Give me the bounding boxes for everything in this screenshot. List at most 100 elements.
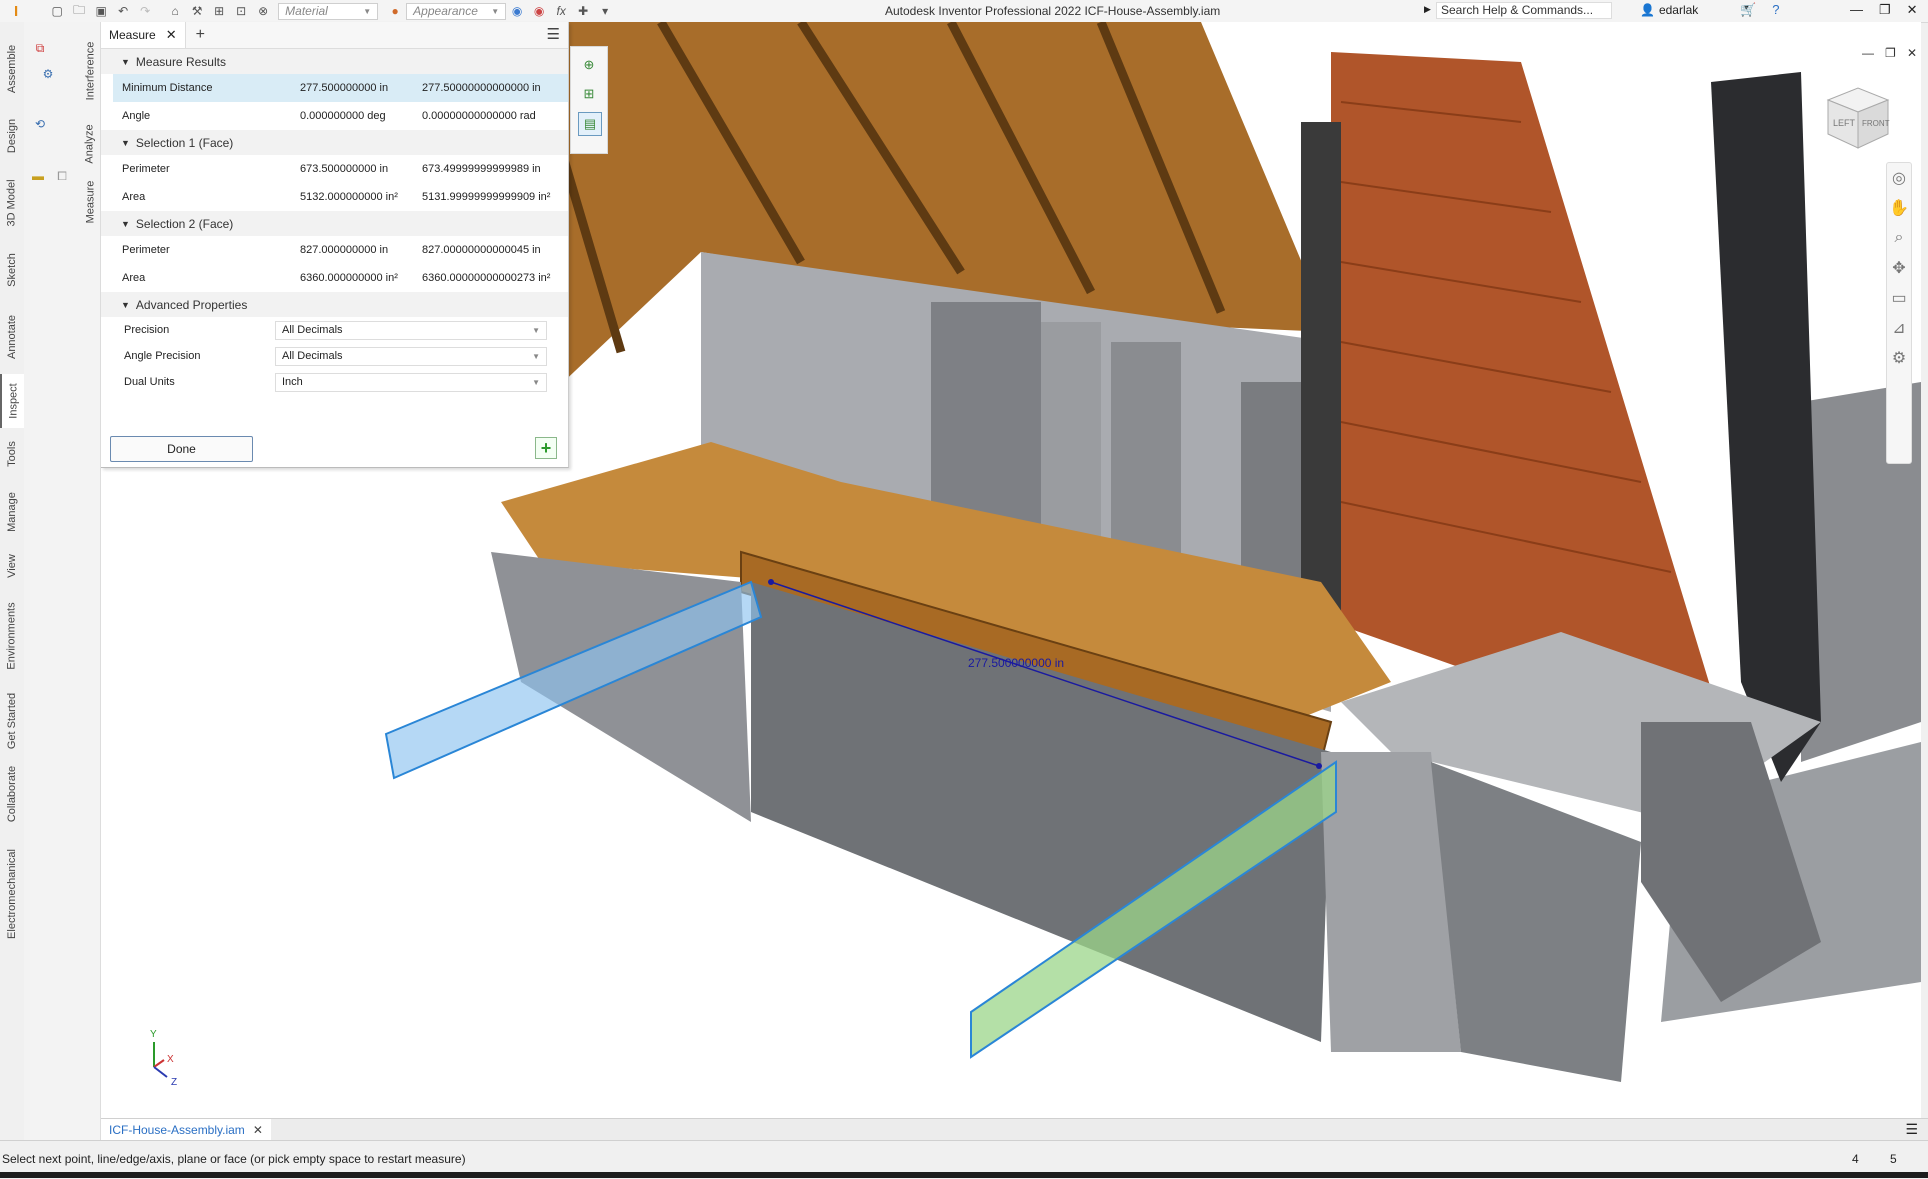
home-icon[interactable]: ⌂ (166, 3, 184, 19)
new-file-icon[interactable]: ▢ (48, 3, 66, 19)
result-label: Area (122, 272, 146, 284)
result-row-angle[interactable]: Angle 0.000000000 deg 0.00000000000000 r… (101, 102, 568, 130)
panel-tab-bar: Measure ✕ + ☰ (101, 22, 568, 49)
tab-design[interactable]: Design (0, 106, 24, 166)
material-dropdown[interactable]: Material ▼ (278, 2, 379, 20)
viewport-close-icon[interactable]: ✕ (1907, 46, 1917, 60)
tab-electromechanical[interactable]: Electromechanical (0, 834, 24, 954)
dual-units-dropdown[interactable]: Inch ▼ (275, 372, 547, 392)
selection-2-header[interactable]: ▼ Selection 2 (Face) (101, 211, 568, 236)
open-folder-icon[interactable]: 🗀 (70, 3, 88, 19)
steering-wheel-icon[interactable]: ◎ (1887, 163, 1911, 193)
update-icon[interactable]: ⚒ (188, 3, 206, 19)
help-icon[interactable]: ? (1772, 2, 1779, 18)
adjust-appearance-icon[interactable]: ◉ (508, 3, 526, 19)
look-at-icon[interactable]: ▭ (1887, 283, 1911, 313)
zoom-icon[interactable]: ⌕ (1887, 223, 1911, 253)
orbit-icon[interactable]: ✥ (1887, 253, 1911, 283)
tab-annotate[interactable]: Annotate (0, 302, 24, 372)
selection-1-header[interactable]: ▼ Selection 1 (Face) (101, 130, 568, 155)
tab-measure[interactable]: Measure ✕ (101, 22, 186, 48)
search-expand-icon[interactable]: ▶ (1424, 4, 1431, 15)
customize-icon[interactable]: ▾ (596, 3, 614, 19)
select-icon[interactable]: ⊞ (210, 3, 228, 19)
analyze-icon[interactable]: ⟲ (30, 114, 50, 134)
tab-sketch[interactable]: Sketch (0, 240, 24, 300)
status-count-1: 4 (1852, 1152, 1859, 1166)
tab-3d-model[interactable]: 3D Model (0, 168, 24, 238)
tab-get-started[interactable]: Get Started (0, 686, 24, 756)
region-properties-icon[interactable]: ⧠ (52, 166, 72, 186)
clear-override-icon[interactable]: ◉ (530, 3, 548, 19)
precision-dropdown[interactable]: All Decimals ▼ (275, 320, 547, 340)
angle-precision-dropdown[interactable]: All Decimals ▼ (275, 346, 547, 366)
parameters-fx-icon[interactable]: fx (552, 3, 570, 19)
appearance-dropdown[interactable]: Appearance ▼ (406, 2, 507, 20)
lock-icon[interactable]: ⊡ (232, 3, 250, 19)
measure-results-header[interactable]: ▼ Measure Results (101, 49, 568, 74)
tab-view[interactable]: View (0, 546, 24, 586)
save-icon[interactable]: ▣ (92, 3, 110, 19)
zoom-window-icon[interactable]: ⊿ (1887, 313, 1911, 343)
result-label: Area (122, 191, 146, 203)
undo-icon[interactable]: ↶ (114, 3, 132, 19)
done-button[interactable]: Done (110, 436, 253, 462)
clear-measure-icon[interactable]: ▤ (578, 112, 602, 136)
restore-icon[interactable]: ❐ (1879, 2, 1891, 18)
interference-icon[interactable]: ⧉ (30, 38, 50, 58)
dual-units-row: Dual Units Inch ▼ (101, 369, 568, 395)
measure-icon[interactable]: ▬ (28, 166, 48, 186)
selection-1-perimeter-row[interactable]: Perimeter 673.500000000 in 673.499999999… (101, 155, 568, 183)
appearance-sphere-icon[interactable]: ● (386, 3, 404, 19)
viewcube-left-face[interactable]: LEFT (1833, 118, 1856, 128)
tab-inspect[interactable]: Inspect (0, 374, 26, 428)
selection-1-area-row[interactable]: Area 5132.000000000 in² 5131.99999999999… (101, 183, 568, 211)
inventor-logo-icon[interactable]: I (14, 3, 18, 20)
tab-manage[interactable]: Manage (0, 480, 24, 544)
tab-measure-label: Measure (109, 28, 156, 42)
result-value: 673.500000000 in (300, 163, 389, 175)
close-tab-icon[interactable]: ✕ (166, 27, 177, 43)
pan-hand-icon[interactable]: ✋ (1887, 193, 1911, 223)
result-value: 5132.000000000 in² (300, 191, 398, 203)
tab-collaborate[interactable]: Collaborate (0, 758, 24, 830)
tab-environments[interactable]: Environments (0, 588, 24, 684)
add-icon[interactable]: ✚ (574, 3, 592, 19)
close-window-icon[interactable]: ✕ (1907, 2, 1918, 18)
panel-label: Interference (84, 41, 97, 101)
add-to-accumulate-button[interactable]: + (535, 437, 557, 459)
advanced-properties-header[interactable]: ▼ Advanced Properties (101, 292, 568, 317)
add-measure-icon[interactable]: ⊕ (578, 54, 600, 76)
collapse-icon: ▼ (121, 137, 130, 148)
search-commands-input[interactable]: Search Help & Commands... (1436, 2, 1612, 19)
chimney (1711, 72, 1821, 782)
tab-label: Electromechanical (6, 849, 18, 939)
redo-icon[interactable]: ↷ (136, 3, 154, 19)
contact-solver-icon[interactable]: ⚙ (38, 64, 58, 84)
viewcube[interactable]: LEFT FRONT (1820, 78, 1894, 152)
user-menu[interactable]: 👤 edarlak ▼ (1640, 3, 1750, 17)
close-document-icon[interactable]: ✕ (253, 1123, 263, 1137)
tab-tools[interactable]: Tools (0, 430, 24, 478)
cart-icon[interactable]: 🛒 (1740, 2, 1756, 18)
tab-label: Manage (6, 492, 19, 532)
result-row-minimum-distance[interactable]: Minimum Distance 277.500000000 in 277.50… (113, 74, 568, 102)
axis-z-label: Z (171, 1077, 177, 1088)
settings-icon[interactable]: ⚙ (1887, 343, 1911, 373)
clear-appearance-icon[interactable]: ⊗ (254, 3, 272, 19)
minimize-icon[interactable]: — (1850, 2, 1863, 18)
selection-2-area-row[interactable]: Area 6360.000000000 in² 6360.00000000000… (101, 264, 568, 292)
accumulate-icon[interactable]: ⊞ (578, 83, 600, 105)
section-label: Advanced Properties (135, 297, 248, 312)
selection-2-perimeter-row[interactable]: Perimeter 827.000000000 in 827.000000000… (101, 236, 568, 264)
viewport-restore-icon[interactable]: ❐ (1885, 46, 1896, 60)
panel-menu-icon[interactable]: ☰ (547, 25, 560, 43)
tab-assemble[interactable]: Assemble (0, 34, 24, 104)
document-list-icon[interactable]: ☰ (1905, 1121, 1918, 1138)
tab-label: 3D Model (6, 179, 19, 227)
add-tab-icon[interactable]: + (196, 26, 205, 44)
ribbon-tabs: Assemble Design 3D Model Sketch Annotate… (0, 22, 26, 1140)
result-label: Perimeter (122, 163, 170, 175)
viewport-minimize-icon[interactable]: — (1862, 46, 1874, 60)
viewcube-front-face[interactable]: FRONT (1862, 119, 1890, 128)
